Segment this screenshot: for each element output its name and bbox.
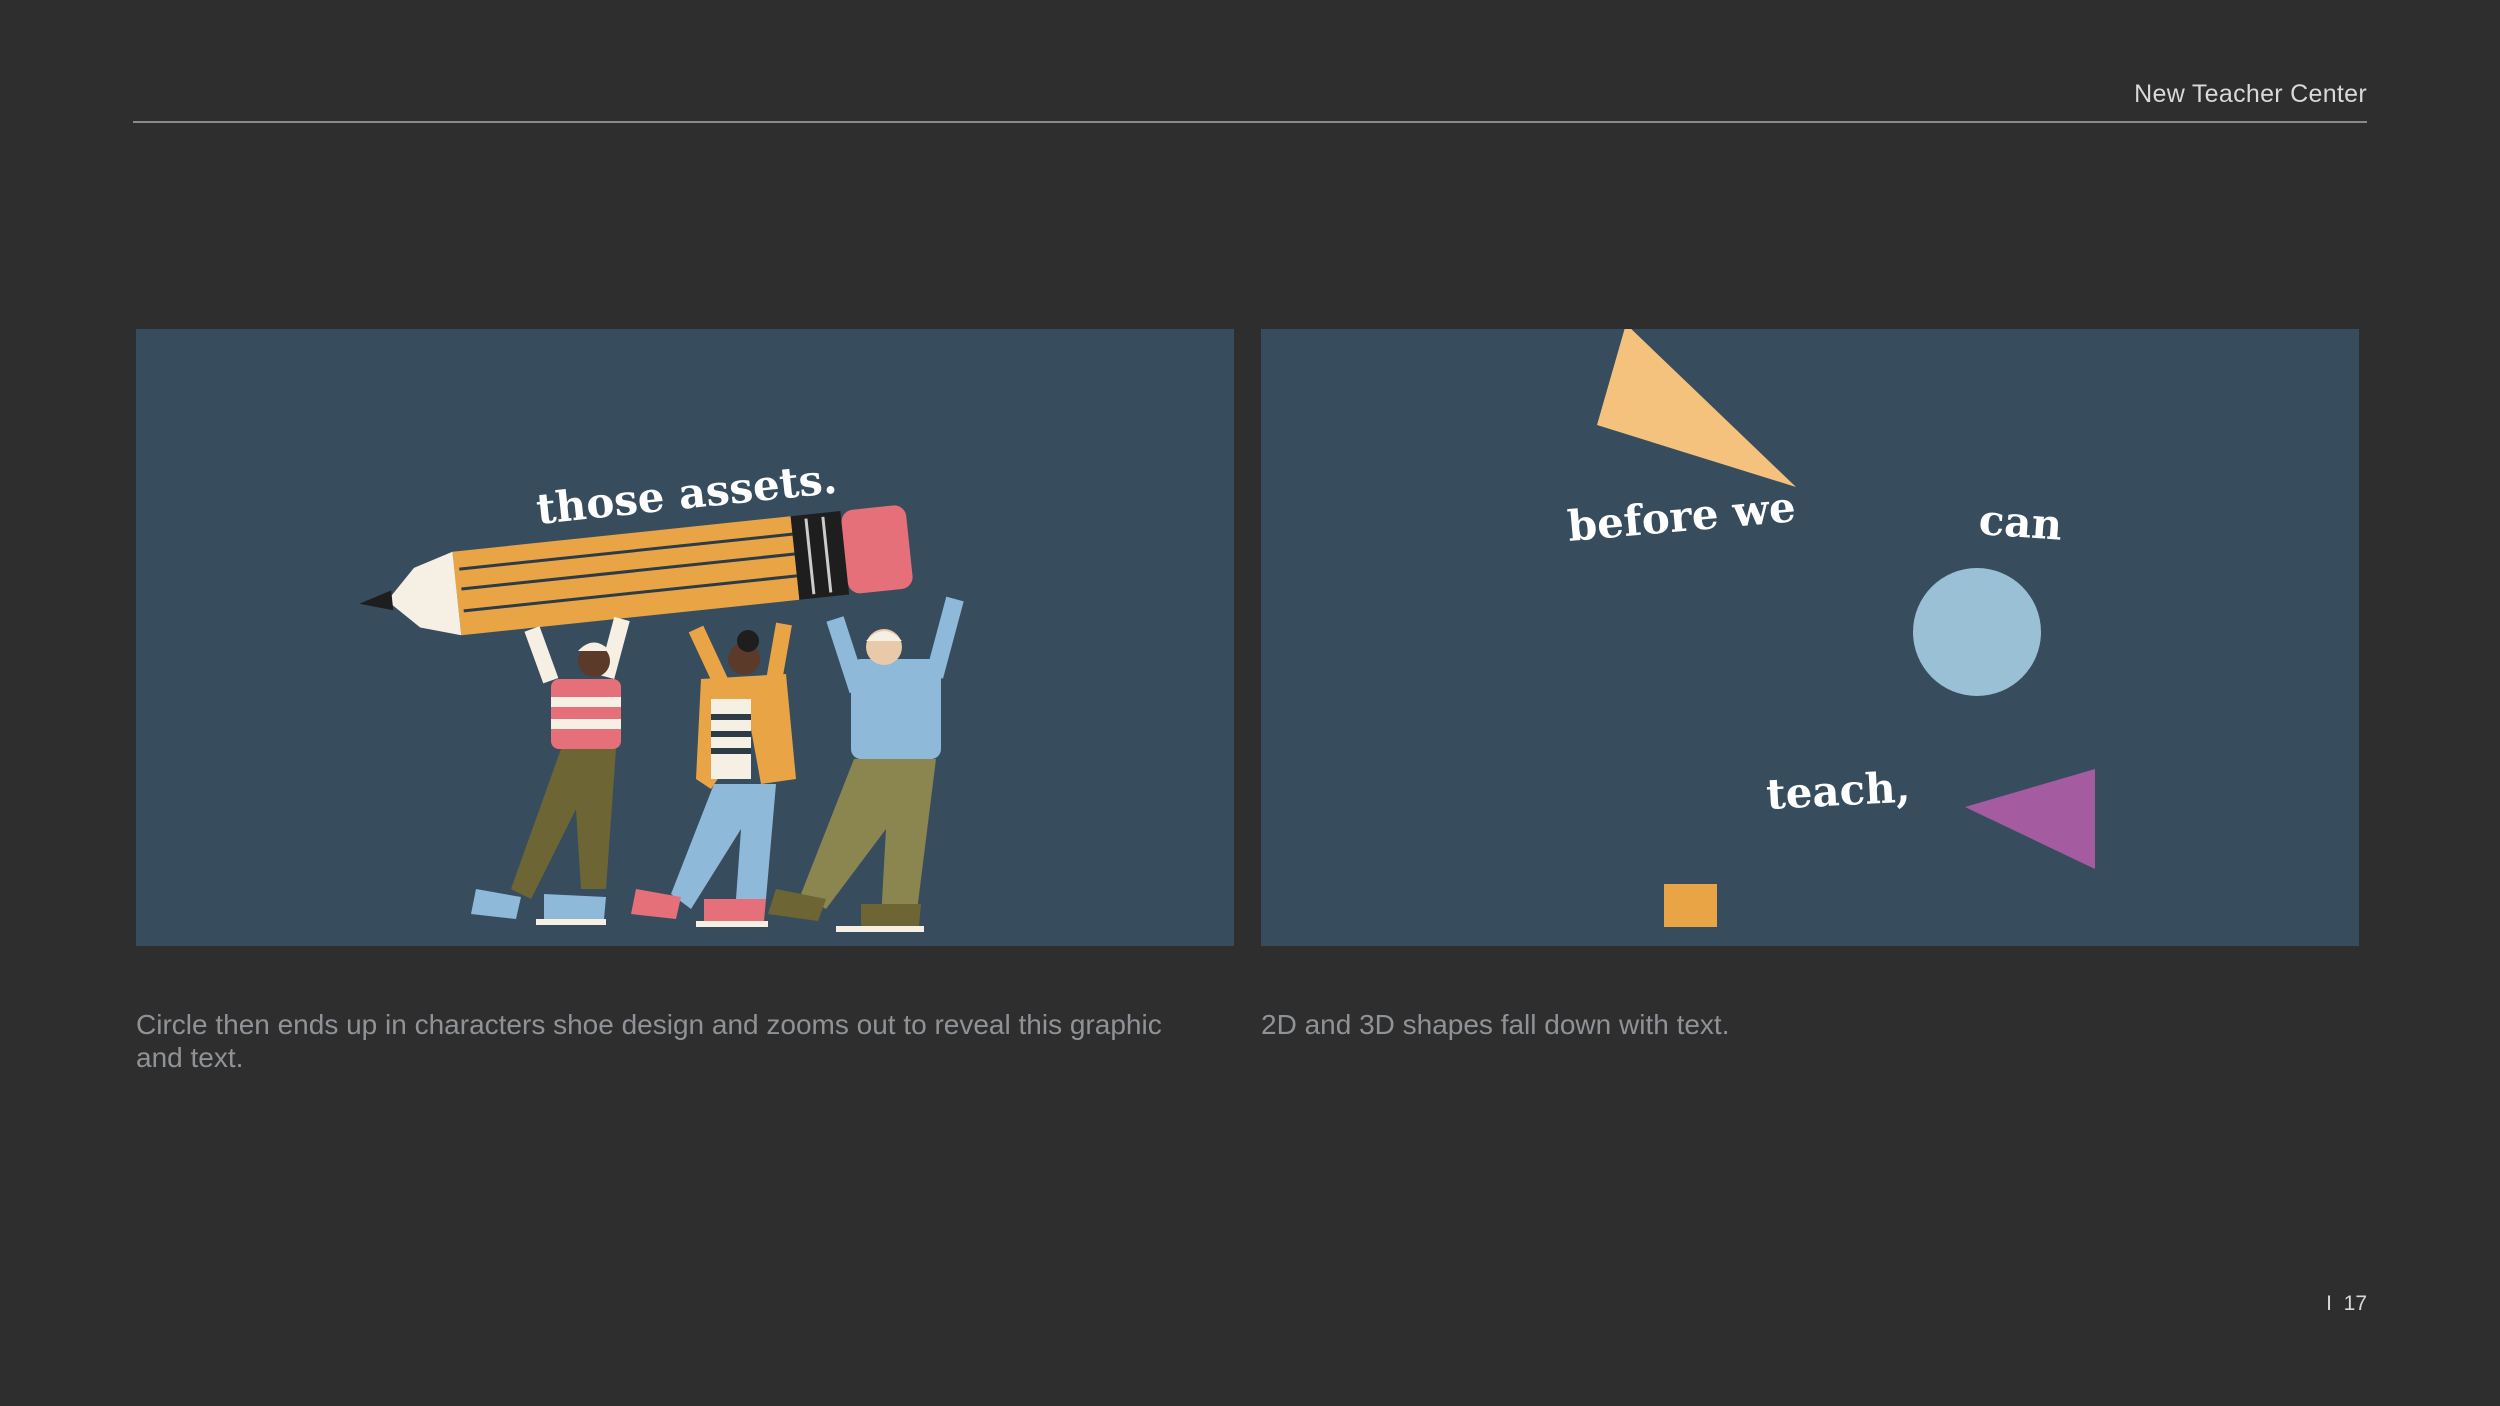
header-divider	[133, 121, 2367, 123]
word-teach: teach,	[1765, 763, 1911, 819]
figure-3	[768, 596, 964, 932]
figure-1	[471, 616, 630, 925]
right-caption: 2D and 3D shapes fall down with text.	[1261, 1009, 1730, 1040]
right-shapes-panel: before we can teach,	[1261, 329, 2359, 946]
brand-name: New Teacher Center	[2134, 80, 2367, 108]
left-caption: Circle then ends up in characters shoe d…	[136, 1009, 1162, 1073]
left-illustration-panel: those assets.	[136, 329, 1234, 946]
orange-square-icon	[1664, 884, 1717, 927]
falling-shapes-illustration: before we can teach,	[1566, 329, 2095, 927]
page-number: I 17	[2326, 1292, 2367, 1316]
pencil-carriers-illustration: those assets.	[359, 454, 964, 932]
purple-triangle-icon	[1965, 769, 2095, 869]
figure-2	[631, 622, 796, 927]
yellow-triangle-icon	[1597, 329, 1796, 487]
page-separator: I	[2326, 1292, 2332, 1315]
blue-circle-icon	[1913, 568, 2041, 696]
page-number-value: 17	[2343, 1292, 2367, 1315]
word-before-we: before we	[1566, 482, 1798, 551]
word-can: can	[1977, 495, 2064, 550]
